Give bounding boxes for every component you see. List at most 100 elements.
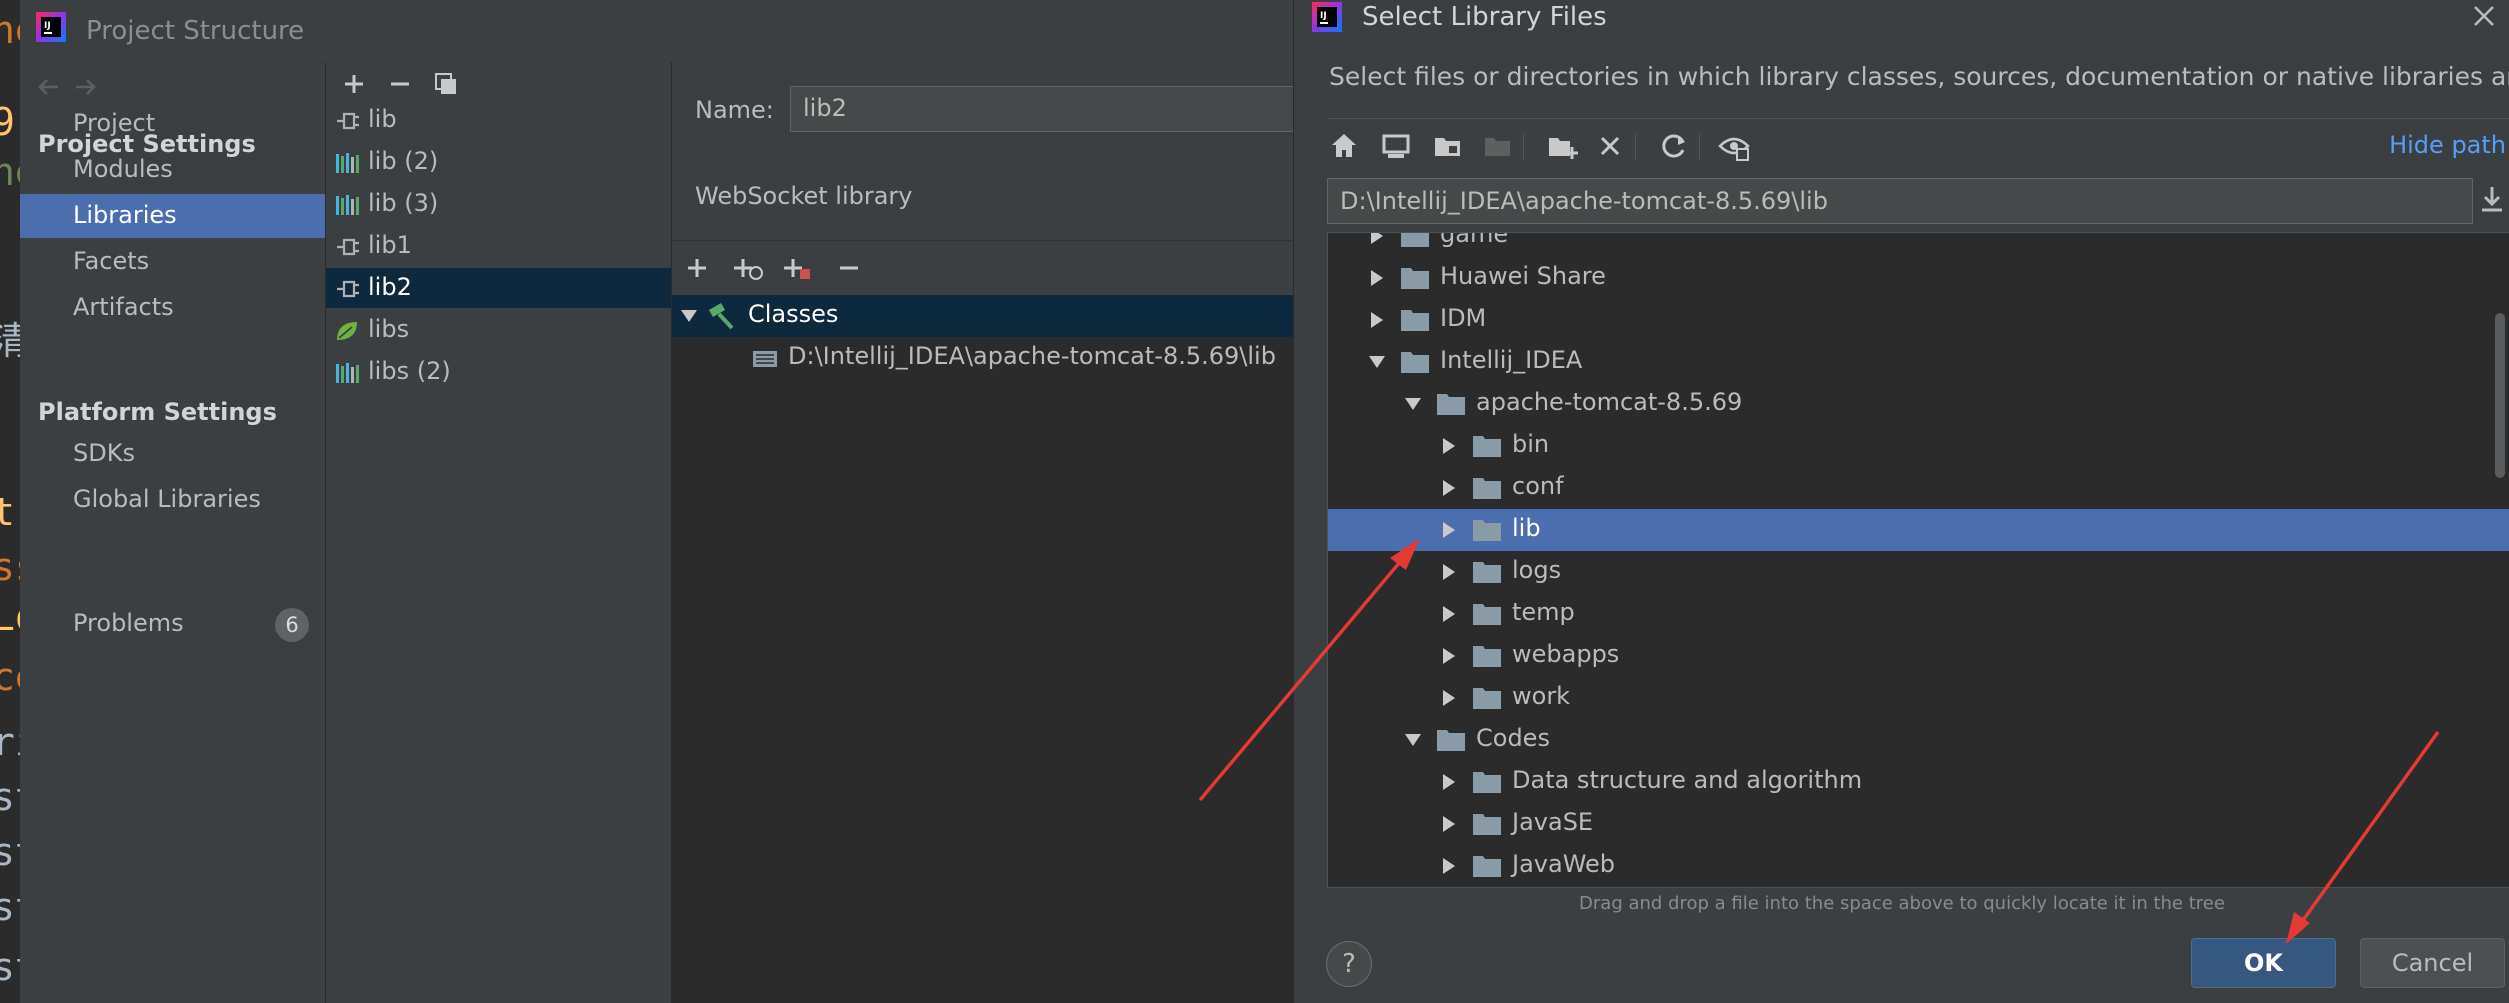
file-tree-node[interactable]: logs: [1328, 551, 2509, 593]
file-tree-node[interactable]: Data structure and algorithm: [1328, 761, 2509, 803]
roots-toolbar: [672, 241, 1313, 295]
collapsed-arrow-icon[interactable]: [1440, 479, 1458, 497]
forward-arrow-icon[interactable]: [70, 72, 100, 102]
plug-icon: [334, 108, 360, 134]
library-list-item[interactable]: lib2: [326, 268, 671, 308]
classes-node[interactable]: Classes: [672, 295, 1313, 337]
collapsed-arrow-icon[interactable]: [1440, 521, 1458, 539]
attach-jar-icon[interactable]: [782, 255, 816, 281]
file-tree-label: webapps: [1512, 640, 1620, 668]
remove-root-icon[interactable]: [836, 255, 862, 281]
class-root-path-row[interactable]: D:\Intellij_IDEA\apache-tomcat-8.5.69\li…: [672, 337, 1313, 379]
file-tree[interactable]: game Huawei Share IDM Intellij_IDEA apache-t…: [1327, 232, 2509, 888]
file-tree-label: Huawei Share: [1440, 262, 1606, 290]
file-tree-node[interactable]: temp: [1328, 593, 2509, 635]
sidebar-item-sdks[interactable]: SDKs: [20, 432, 325, 476]
delete-icon[interactable]: [1593, 129, 1627, 163]
dialog-title: Select Library Files: [1362, 2, 1607, 32]
library-icon: [334, 192, 360, 218]
settings-sidebar: Project Settings Platform Settings Probl…: [20, 62, 326, 1003]
library-list-item[interactable]: lib (3): [326, 184, 671, 224]
tree-scrollbar[interactable]: [2495, 313, 2505, 478]
file-tree-node[interactable]: lib: [1328, 509, 2509, 551]
problems-count-badge: 6: [275, 608, 309, 642]
file-tree-node[interactable]: webapps: [1328, 635, 2509, 677]
help-button[interactable]: ?: [1326, 941, 1372, 987]
library-list-item[interactable]: libs (2): [326, 352, 671, 392]
path-field[interactable]: [1327, 178, 2473, 224]
collapsed-arrow-icon[interactable]: [1440, 815, 1458, 833]
hide-path-link[interactable]: Hide path: [2389, 131, 2506, 159]
library-icon: [334, 360, 360, 386]
desktop-icon[interactable]: [1379, 129, 1413, 163]
close-icon[interactable]: [2470, 2, 2498, 30]
sidebar-item-artifacts[interactable]: Artifacts: [20, 286, 325, 330]
back-arrow-icon[interactable]: [34, 72, 64, 102]
collapsed-arrow-icon[interactable]: [1368, 233, 1386, 245]
add-icon[interactable]: [340, 70, 368, 98]
attach-url-icon[interactable]: [732, 255, 766, 281]
file-tree-node[interactable]: Codes: [1328, 719, 2509, 761]
collapsed-arrow-icon[interactable]: [1440, 605, 1458, 623]
project-folder-icon[interactable]: [1431, 129, 1465, 163]
folder-icon: [1400, 349, 1430, 375]
library-name-field[interactable]: lib2: [790, 86, 1320, 132]
sidebar-item-facets[interactable]: Facets: [20, 240, 325, 284]
add-root-icon[interactable]: [684, 255, 710, 281]
file-tree-node[interactable]: IDM: [1328, 299, 2509, 341]
file-tree-node[interactable]: JavaWeb: [1328, 845, 2509, 887]
copy-icon[interactable]: [432, 70, 460, 98]
sidebar-item-project[interactable]: Project: [20, 102, 325, 146]
library-list-item[interactable]: lib (2): [326, 142, 671, 182]
file-tree-node[interactable]: Huawei Share: [1328, 257, 2509, 299]
collapsed-arrow-icon[interactable]: [1368, 269, 1386, 287]
toolbar-separator: [1635, 133, 1636, 161]
cancel-button[interactable]: Cancel: [2360, 938, 2505, 988]
library-list-item[interactable]: lib: [326, 100, 671, 140]
file-tree-node[interactable]: JavaSE: [1328, 803, 2509, 845]
library-list-item[interactable]: libs: [326, 310, 671, 350]
sidebar-item-label: Libraries: [73, 201, 177, 229]
spring-leaf-icon: [334, 318, 360, 344]
refresh-icon[interactable]: [1657, 129, 1691, 163]
collapsed-arrow-icon[interactable]: [1440, 689, 1458, 707]
sidebar-item-label: Modules: [73, 155, 173, 183]
sidebar-item-modules[interactable]: Modules: [20, 148, 325, 192]
module-folder-icon[interactable]: [1481, 129, 1515, 163]
sidebar-item-label: Artifacts: [73, 293, 174, 321]
collapsed-arrow-icon[interactable]: [1368, 311, 1386, 329]
file-tree-label: lib: [1512, 514, 1541, 542]
library-list-item[interactable]: lib1: [326, 226, 671, 266]
sidebar-item-global-libraries[interactable]: Global Libraries: [20, 478, 325, 522]
remove-icon[interactable]: [386, 70, 414, 98]
expanded-arrow-icon[interactable]: [1404, 731, 1422, 749]
file-tree-node[interactable]: conf: [1328, 467, 2509, 509]
file-tree-label: IDM: [1440, 304, 1487, 332]
file-tree-node[interactable]: bin: [1328, 425, 2509, 467]
file-tree-node[interactable]: game: [1328, 233, 2509, 257]
file-tree-node[interactable]: apache-tomcat-8.5.69: [1328, 383, 2509, 425]
folder-icon: [1472, 475, 1502, 501]
collapsed-arrow-icon[interactable]: [1440, 647, 1458, 665]
toolbar-separator: [1699, 133, 1700, 161]
ok-button[interactable]: OK: [2191, 938, 2336, 988]
show-hidden-files-icon[interactable]: [1717, 129, 1751, 163]
download-icon[interactable]: [2478, 184, 2506, 216]
expanded-arrow-icon[interactable]: [1404, 395, 1422, 413]
sidebar-item-problems[interactable]: Problems 6: [20, 602, 325, 646]
background-code-fragment: ce: [0, 655, 20, 699]
library-name: lib (2): [368, 147, 439, 175]
collapsed-arrow-icon[interactable]: [1440, 857, 1458, 875]
new-folder-icon[interactable]: [1545, 129, 1579, 163]
collapsed-arrow-icon[interactable]: [1440, 563, 1458, 581]
collapsed-arrow-icon[interactable]: [1440, 437, 1458, 455]
file-tree-node[interactable]: work: [1328, 677, 2509, 719]
home-icon[interactable]: [1327, 129, 1361, 163]
collapsed-arrow-icon[interactable]: [1440, 773, 1458, 791]
sidebar-item-libraries[interactable]: Libraries: [20, 194, 325, 238]
file-tree-node[interactable]: Intellij_IDEA: [1328, 341, 2509, 383]
path-input[interactable]: [1328, 179, 2472, 223]
expanded-arrow-icon[interactable]: [680, 307, 698, 325]
window-title: Project Structure: [86, 16, 305, 46]
expanded-arrow-icon[interactable]: [1368, 353, 1386, 371]
